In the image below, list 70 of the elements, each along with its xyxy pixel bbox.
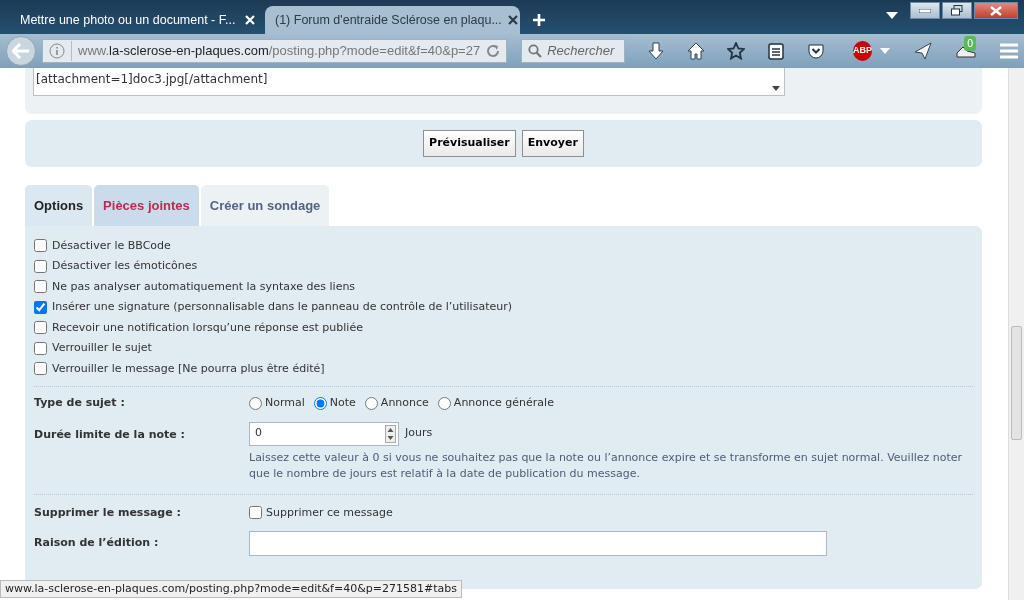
- option-label: Insérer une signature (personnalisable dans le panneau de contrôle de l’utilisateur): [52, 299, 512, 315]
- field-label: Raison de l’édition :: [34, 535, 160, 552]
- search-icon: [528, 44, 543, 58]
- text-field[interactable]: [249, 531, 827, 556]
- unit-label: Jours: [405, 425, 433, 442]
- radio-button[interactable]: [313, 396, 327, 410]
- option-label: Verrouiller le message [Ne pourra plus être édité]: [52, 360, 325, 377]
- field-label: Type de sujet :: [34, 395, 126, 411]
- plus-icon[interactable]: [532, 13, 546, 27]
- submit-button[interactable]: Envoyer: [521, 130, 584, 157]
- checkbox[interactable]: [34, 362, 47, 376]
- back-arrow-icon: [12, 43, 30, 59]
- preview-button[interactable]: Prévisualiser: [423, 130, 516, 157]
- tab[interactable]: Pièces jointes: [94, 185, 199, 226]
- tab[interactable]: Créer un sondage: [200, 185, 330, 226]
- address-bar[interactable]: www.la-sclerose-en-plaques.com/posting.php?mode=edit&f=40&p=27: [42, 39, 508, 63]
- search-field[interactable]: Rechercher: [521, 39, 625, 63]
- checkbox[interactable]: [249, 506, 262, 520]
- menu-icon[interactable]: [1000, 43, 1018, 59]
- reading-list-icon[interactable]: [767, 42, 785, 60]
- browser-tab[interactable]: (1) Forum d'entraide Sclérose en plaqu...: [265, 6, 520, 34]
- spinner-arrows-icon[interactable]: [385, 424, 396, 443]
- radio-label: Annonce: [380, 395, 429, 411]
- tab[interactable]: Options: [25, 185, 93, 226]
- help-text: Laissez cette valeur à 0 si vous ne souhaitez pas que la note ou l’annonce expire et se transforme en sujet normal. Veuillez noter que le nombre de jours est relatif à la date de publication du message.: [249, 449, 964, 482]
- option-label: Désactiver les émoticônes: [52, 258, 198, 274]
- option-label: Ne pas analyser automatiquement la syntaxe des liens: [52, 278, 356, 295]
- checkbox[interactable]: [34, 280, 47, 294]
- dropdown-icon[interactable]: [886, 12, 898, 19]
- minimize-button[interactable]: [910, 2, 940, 19]
- radio-button[interactable]: [249, 396, 262, 410]
- radio-button[interactable]: [437, 396, 451, 410]
- home-icon[interactable]: [687, 42, 705, 60]
- close-button[interactable]: [974, 2, 1018, 19]
- restore-icon: [951, 5, 963, 16]
- checkbox[interactable]: [34, 239, 47, 253]
- url-text: www.la-sclerose-en-plaques.com/posting.php?mode=edit&f=40&p=27: [71, 41, 481, 61]
- minimize-icon: [919, 8, 931, 13]
- scrollbar[interactable]: [1008, 68, 1024, 600]
- checkbox[interactable]: [34, 321, 47, 335]
- checkbox[interactable]: [34, 300, 47, 314]
- option-label: Supprimer ce message: [266, 504, 393, 521]
- pocket-icon[interactable]: [807, 42, 825, 60]
- radio-button[interactable]: [364, 396, 378, 410]
- restore-button[interactable]: [942, 2, 972, 19]
- field-label: Supprimer le message :: [34, 504, 182, 521]
- star-icon[interactable]: [727, 42, 745, 60]
- download-arrow-icon[interactable]: [647, 42, 665, 60]
- reload-icon[interactable]: [486, 44, 501, 58]
- close-icon[interactable]: [507, 15, 518, 25]
- browser-tab[interactable]: Mettre une photo ou un document - F...: [10, 6, 265, 34]
- option-label: Verrouiller le sujet: [52, 340, 152, 356]
- checkbox[interactable]: [34, 259, 47, 273]
- message-textarea[interactable]: [attachment=1]doc3.jpg[/attachment]: [33, 68, 785, 96]
- number-field[interactable]: 0: [249, 421, 399, 446]
- option-label: Recevoir une notification lorsqu’une réponse est publiée: [52, 319, 363, 336]
- radio-label: Annonce générale: [453, 395, 554, 411]
- scrollbar-thumb[interactable]: [1011, 326, 1022, 440]
- close-icon: [990, 5, 1002, 16]
- paper-plane-icon[interactable]: [914, 42, 932, 60]
- scroll-down-icon[interactable]: [772, 86, 780, 91]
- field-label: Durée limite de la note :: [34, 426, 186, 443]
- adblock-button[interactable]: ABP: [853, 41, 872, 61]
- info-icon: [49, 43, 65, 59]
- back-button[interactable]: [6, 36, 36, 66]
- radio-label: Normal: [265, 395, 305, 411]
- option-label: Désactiver le BBCode: [52, 237, 171, 254]
- checkbox[interactable]: [34, 341, 47, 355]
- notification-badge: 0: [964, 36, 977, 51]
- radio-label: Note: [329, 395, 356, 411]
